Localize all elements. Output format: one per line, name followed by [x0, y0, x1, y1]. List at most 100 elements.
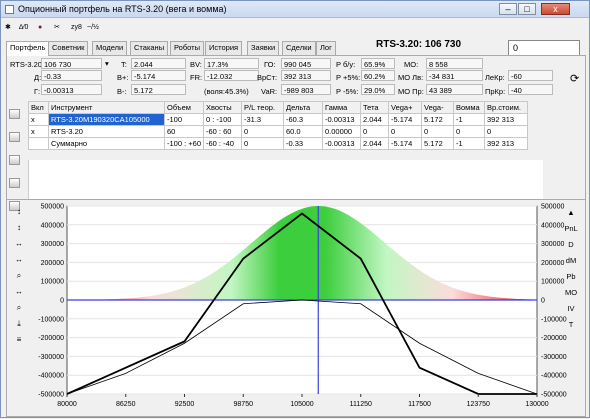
table-cell[interactable]: 2.044 — [359, 137, 389, 150]
tab-robots[interactable]: Роботы — [170, 41, 204, 55]
table-cell[interactable]: 0 — [483, 125, 528, 138]
table-cell[interactable]: 5.172 — [420, 113, 454, 126]
dm-button[interactable]: dM — [563, 255, 579, 267]
table-cell[interactable]: 0 — [240, 137, 284, 150]
gear-icon[interactable]: ✱ — [5, 22, 11, 34]
table-cell[interactable]: 5.172 — [420, 137, 454, 150]
delete-icon[interactable] — [9, 155, 20, 165]
table-cell[interactable]: 0 — [240, 125, 284, 138]
cherry-icon[interactable]: ● — [38, 22, 42, 34]
column-vomma[interactable]: Вомма — [452, 101, 485, 114]
add-icon[interactable] — [9, 109, 20, 119]
column-gamma[interactable]: Гамма — [321, 101, 361, 114]
table-cell[interactable] — [28, 137, 49, 150]
table-cell[interactable]: -5.174 — [387, 113, 422, 126]
table-cell[interactable]: -60 : -40 — [202, 137, 242, 150]
mo-button[interactable]: МО — [563, 287, 579, 299]
table-cell[interactable]: Суммарно — [48, 137, 165, 150]
pb-button[interactable]: Pb — [563, 271, 579, 283]
column-theta[interactable]: Тета — [359, 101, 389, 114]
table-cell[interactable]: -0.00313 — [321, 137, 361, 150]
price-field[interactable]: 106 730 — [41, 58, 102, 69]
calculator-icon[interactable] — [9, 178, 20, 188]
minimize-button[interactable]: – — [499, 3, 517, 15]
download-icon[interactable]: ⤓ — [11, 318, 27, 329]
delta-button[interactable]: D — [563, 239, 579, 251]
column-volume[interactable]: Объем — [164, 101, 204, 114]
table-cell[interactable]: 0 — [359, 125, 389, 138]
copy-icon[interactable] — [9, 132, 20, 142]
column-enable[interactable]: Вкл — [28, 101, 49, 114]
table-cell[interactable]: -5.174 — [387, 137, 422, 150]
column-tails[interactable]: Хвосты — [202, 101, 242, 114]
tab-orderbooks[interactable]: Стаканы — [130, 41, 169, 55]
menu-icon[interactable]: ≡ — [11, 334, 27, 345]
table-cell[interactable]: 0 : -100 — [202, 113, 242, 126]
table-cell[interactable]: x — [28, 125, 49, 138]
column-pl-theory[interactable]: P/L теор. — [240, 101, 284, 114]
table-cell[interactable]: -1 — [452, 137, 485, 150]
table-cell[interactable]: -0.00313 — [321, 113, 361, 126]
column-delta[interactable]: Дельта — [282, 101, 323, 114]
tab-history[interactable]: История — [205, 41, 243, 55]
tab-portfolio[interactable]: Портфель — [6, 41, 50, 56]
column-instrument[interactable]: Инструмент — [48, 101, 165, 114]
table-cell[interactable]: 0 — [420, 125, 454, 138]
column-vega-plus[interactable]: Vega+ — [387, 101, 422, 114]
vertical-pan-icon[interactable]: ↕ — [11, 206, 27, 217]
table-cell[interactable]: -0.33 — [282, 137, 323, 150]
horizontal-pan-icon[interactable]: ↔ — [11, 238, 27, 249]
table-cell[interactable]: x — [28, 113, 49, 126]
table-cell[interactable]: -1 — [452, 113, 485, 126]
table-cell[interactable]: -60.3 — [282, 113, 323, 126]
table-row-summary[interactable]: Суммарно -100 : +60 -60 : -40 0 -0.33 -0… — [28, 137, 528, 150]
vertical-zoom-icon[interactable]: ↕ — [11, 222, 27, 233]
table-cell[interactable]: 2.044 — [359, 113, 389, 126]
table-cell[interactable]: 392 313 — [483, 137, 528, 150]
table-cell[interactable]: 392 313 — [483, 113, 528, 126]
table-cell[interactable]: RTS-3.20M190320CA105000 — [48, 113, 165, 126]
pnl-button[interactable]: PnL — [563, 223, 579, 235]
scissors-icon[interactable]: ✂ — [54, 22, 60, 34]
table-cell[interactable]: 0.00000 — [321, 125, 361, 138]
chart-mode-icon[interactable]: ▲ — [563, 207, 579, 219]
table-row[interactable]: x RTS-3.20M190320CA105000 -100 0 : -100 … — [28, 113, 528, 126]
tab-orders[interactable]: Заявки — [247, 41, 280, 55]
x-tick-label: 105000 — [290, 401, 313, 408]
table-cell[interactable]: 60.0 — [282, 125, 323, 138]
horizontal-zoom-icon[interactable]: ↔ — [11, 254, 27, 265]
table-cell[interactable]: 0 — [452, 125, 485, 138]
options-portfolio-window: Опционный портфель на RTS-3.20 (вега и в… — [0, 0, 590, 418]
tab-models[interactable]: Модели — [92, 41, 128, 55]
filter-icon[interactable]: ~/½ — [87, 22, 99, 34]
refresh-icon[interactable]: ⟳ — [570, 72, 579, 85]
table-cell[interactable]: -60 : 60 — [202, 125, 242, 138]
table-cell[interactable]: 60 — [164, 125, 204, 138]
tab-log[interactable]: Лог — [316, 41, 336, 55]
maximize-button[interactable]: □ — [518, 3, 536, 15]
iv-button[interactable]: IV — [563, 303, 579, 315]
zoom-icon[interactable]: ⌕ — [11, 270, 27, 281]
table-cell[interactable]: -100 — [164, 113, 204, 126]
column-vega-minus[interactable]: Vega- — [420, 101, 454, 114]
search-icon[interactable]: ⌕ — [11, 302, 27, 313]
table-cell[interactable]: 0 — [387, 125, 422, 138]
column-time-value[interactable]: Вр.стоим. — [483, 101, 528, 114]
table-row[interactable]: x RTS-3.20 60 -60 : 60 0 60.0 0.00000 0 … — [28, 125, 528, 138]
right-credit-value: -40 — [508, 84, 553, 95]
x-tick-label: 86250 — [116, 401, 136, 408]
fit-horizontal-icon[interactable]: ↔ — [11, 286, 27, 297]
dropdown-icon[interactable]: ▾ — [105, 59, 109, 68]
y-tick-label: -400000 — [38, 373, 64, 380]
tab-deals[interactable]: Сделки — [282, 41, 316, 55]
theta-button[interactable]: T — [563, 319, 579, 331]
scenario-icon[interactable]: zy8 — [71, 22, 82, 34]
close-button[interactable]: x — [541, 3, 570, 15]
table-cell[interactable]: -31.3 — [240, 113, 284, 126]
table-cell[interactable]: -100 : +60 — [164, 137, 204, 150]
table-cell[interactable]: RTS-3.20 — [48, 125, 165, 138]
tab-advisor[interactable]: Советник — [48, 41, 89, 55]
portfolio-panel: RTS-3.20 106 730 ▾ Д: -0.33 Г: -0.00313 … — [6, 55, 586, 417]
y-tick-label-right: 200000 — [541, 260, 564, 267]
delta-icon[interactable]: ∆⁄0 — [19, 22, 28, 34]
